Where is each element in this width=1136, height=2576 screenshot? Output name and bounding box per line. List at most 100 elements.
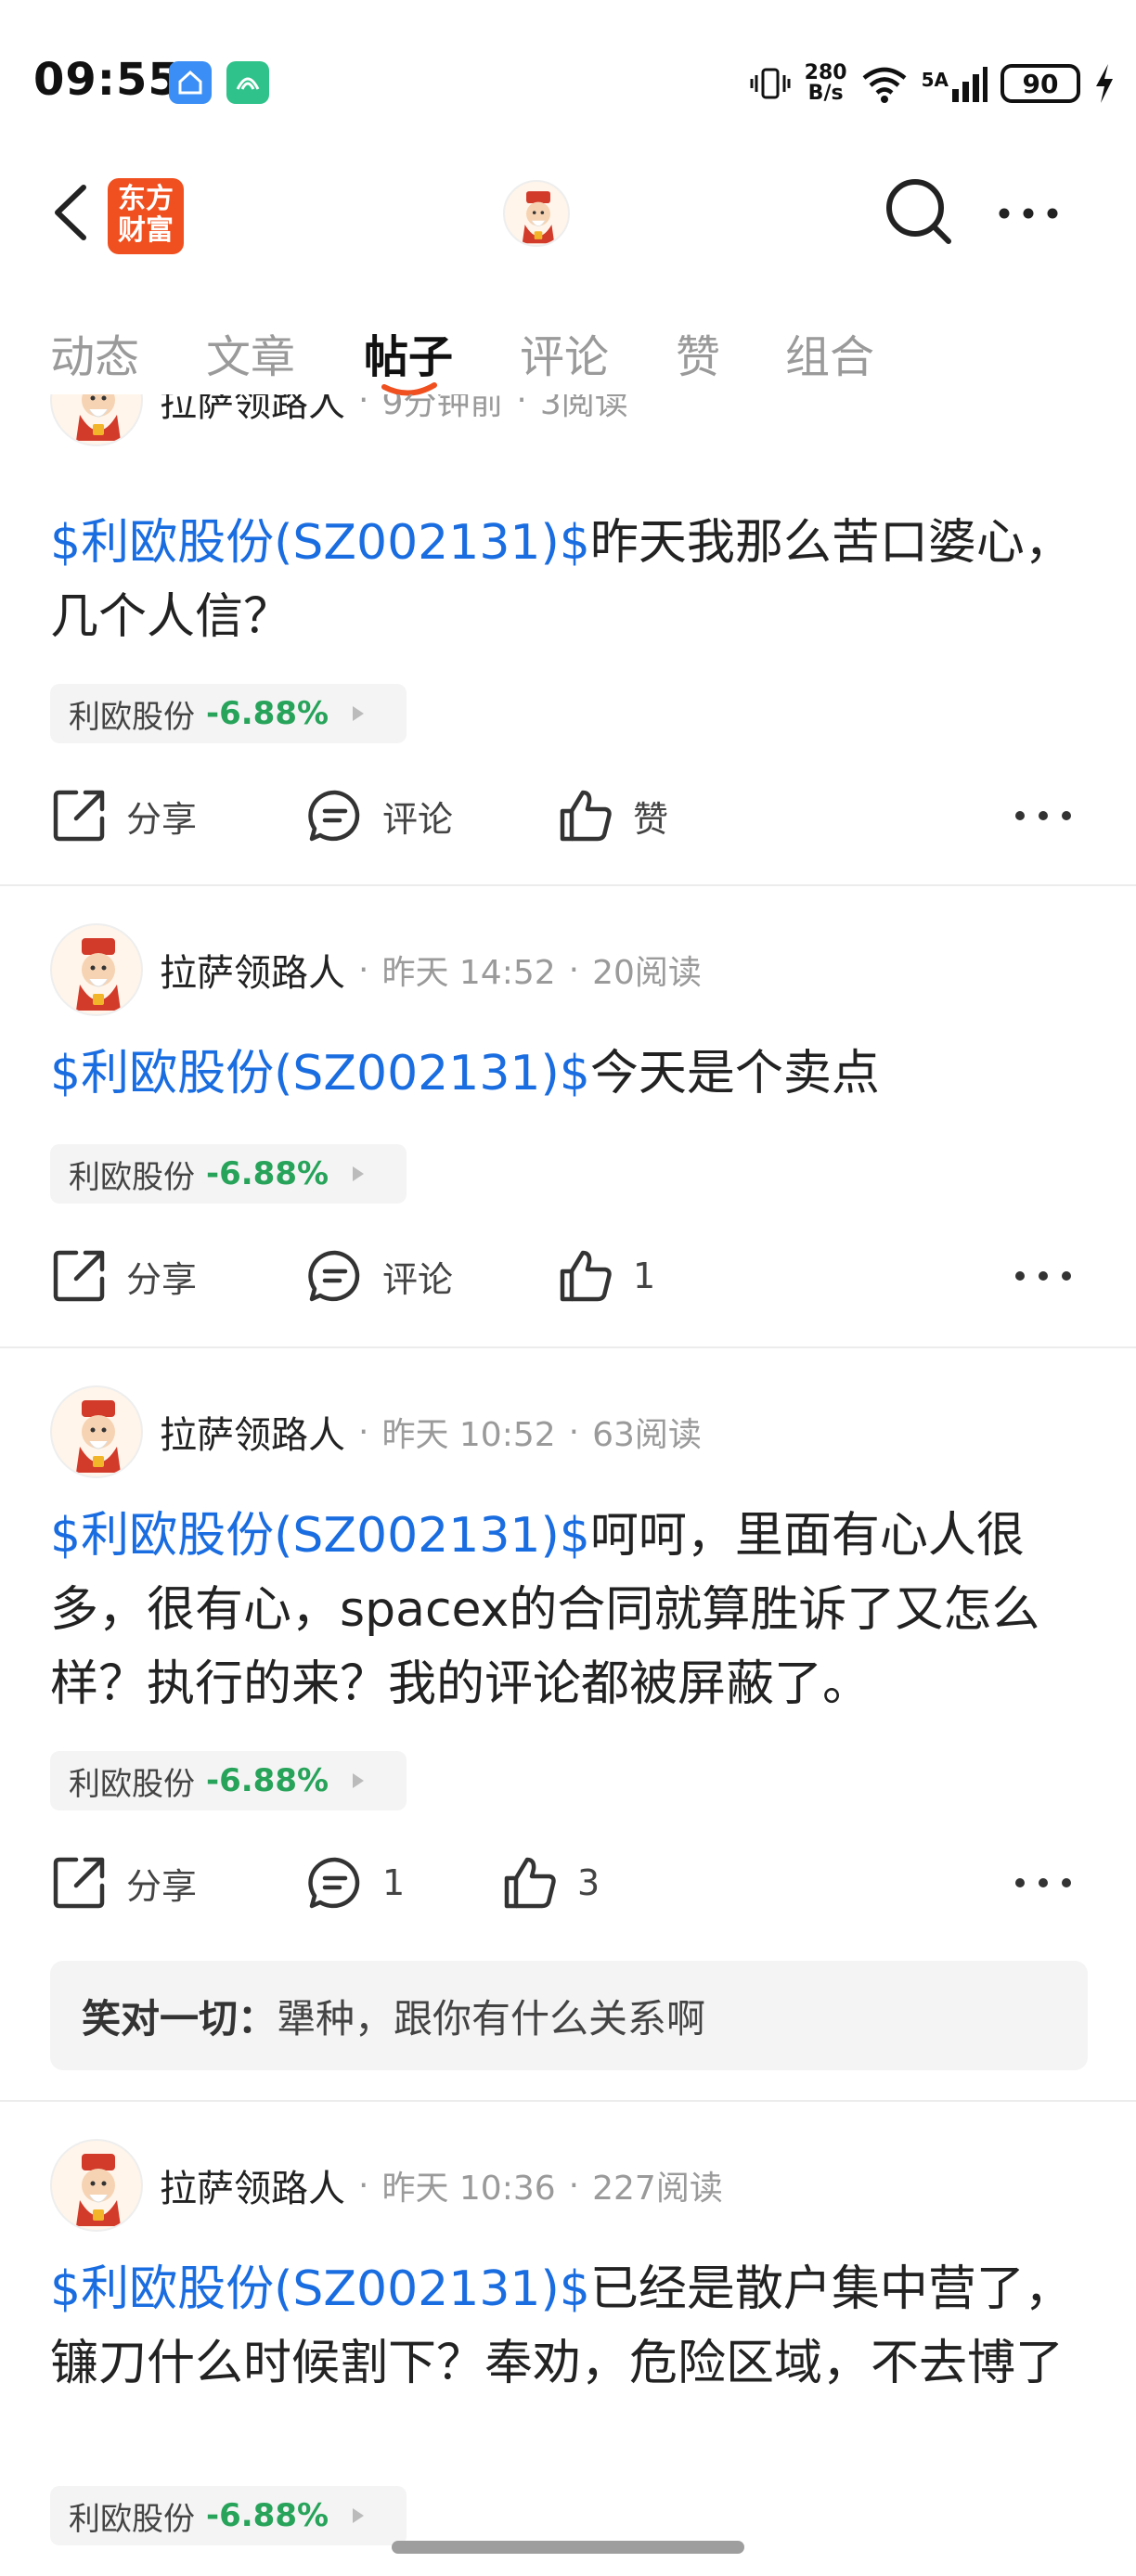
stock-chip[interactable]: 利欧股份 -6.88% bbox=[50, 1144, 407, 1204]
author-name[interactable]: 拉萨领路人 bbox=[160, 1405, 345, 1459]
caishen-avatar-icon bbox=[76, 2154, 121, 2226]
more-options-button[interactable] bbox=[991, 176, 1065, 251]
author-name[interactable]: 拉萨领路人 bbox=[160, 394, 345, 427]
post-item[interactable]: 拉萨领路人 · 9分钟前 · 3阅读 $利欧股份(SZ002131)$昨天我那么… bbox=[0, 394, 1136, 884]
top-nav: 东方 财富 bbox=[0, 158, 1136, 269]
like-button[interactable]: 3 bbox=[501, 1846, 600, 1920]
caishen-avatar-icon bbox=[522, 191, 555, 244]
like-count: 1 bbox=[633, 1256, 656, 1296]
status-icons: 280 B/s 5A 90 bbox=[749, 58, 1116, 109]
share-icon bbox=[53, 790, 105, 842]
post-content[interactable]: $利欧股份(SZ002131)$今天是个卖点 bbox=[50, 1037, 1090, 1111]
home-app-icon bbox=[169, 61, 212, 104]
post-actions: 分享 评论 赞 bbox=[50, 779, 1090, 853]
share-label: 分享 bbox=[126, 1258, 198, 1300]
status-bar: 09:55 280 B/s 5A 90 bbox=[0, 0, 1136, 148]
like-button[interactable]: 赞 bbox=[557, 779, 668, 853]
post-actions: 分享 1 3 bbox=[50, 1846, 1090, 1920]
share-button[interactable]: 分享 bbox=[50, 1846, 197, 1920]
author-avatar[interactable] bbox=[50, 1385, 143, 1478]
author-avatar[interactable] bbox=[50, 923, 143, 1016]
wifi-icon bbox=[862, 67, 907, 103]
back-button[interactable] bbox=[45, 180, 100, 245]
chip-change: -6.88% bbox=[206, 695, 329, 732]
comment-button[interactable]: 1 bbox=[306, 1846, 405, 1920]
dot bbox=[1015, 1271, 1025, 1281]
caishen-avatar-icon bbox=[76, 394, 121, 441]
search-icon bbox=[886, 179, 951, 244]
stock-chip[interactable]: 利欧股份 -6.88% bbox=[50, 684, 407, 743]
stock-tag-link[interactable]: $利欧股份(SZ002131)$ bbox=[50, 2261, 590, 2317]
like-button[interactable]: 1 bbox=[557, 1239, 655, 1313]
home-indicator[interactable] bbox=[392, 2541, 744, 2554]
tab-posts[interactable]: 帖子 bbox=[364, 320, 453, 385]
thumbs-up-icon bbox=[560, 790, 612, 842]
stock-chip[interactable]: 利欧股份 -6.88% bbox=[50, 1751, 407, 1810]
tab-likes[interactable]: 赞 bbox=[676, 320, 720, 385]
tab-comments[interactable]: 评论 bbox=[520, 320, 609, 385]
comment-icon bbox=[308, 1857, 360, 1909]
comment-label: 评论 bbox=[382, 1258, 454, 1300]
stock-tag-link[interactable]: $利欧股份(SZ002131)$ bbox=[50, 1046, 590, 1101]
search-button[interactable] bbox=[882, 174, 956, 249]
share-button[interactable]: 分享 bbox=[50, 1239, 197, 1313]
app-screen: 09:55 280 B/s 5A 90 东方 财富 动态 文章 帖子 评论 赞 … bbox=[0, 0, 1136, 2576]
post-body: 今天是个卖点 bbox=[589, 1046, 880, 1101]
post-content[interactable]: $利欧股份(SZ002131)$呵呵，里面有心人很多，很有心，spacex的合同… bbox=[50, 1499, 1090, 1721]
author-name[interactable]: 拉萨领路人 bbox=[160, 943, 345, 997]
comment-button[interactable]: 评论 bbox=[306, 1239, 453, 1313]
comment-count: 1 bbox=[382, 1862, 406, 1903]
meta-separator: · bbox=[358, 1412, 369, 1451]
app-logo[interactable]: 东方 财富 bbox=[108, 178, 184, 254]
share-label: 分享 bbox=[126, 798, 198, 840]
stock-chip[interactable]: 利欧股份 -6.88% bbox=[50, 2486, 407, 2545]
comment-text: 犟种，跟你有什么关系啊 bbox=[277, 1995, 706, 2041]
share-icon bbox=[53, 1250, 105, 1302]
post-author-row: 拉萨领路人 · 昨天 10:52 · 63阅读 bbox=[50, 1385, 702, 1478]
dot bbox=[1062, 811, 1071, 820]
post-time: 9分钟前 bbox=[381, 394, 504, 422]
battery-indicator: 90 bbox=[1000, 64, 1080, 103]
vibrate-icon bbox=[750, 68, 791, 99]
commenter-name[interactable]: 笑对一切： bbox=[82, 1988, 277, 2044]
post-item[interactable]: 拉萨领路人 · 昨天 10:52 · 63阅读 $利欧股份(SZ002131)$… bbox=[0, 1348, 1136, 2100]
stock-tag-link[interactable]: $利欧股份(SZ002131)$ bbox=[50, 515, 590, 571]
chip-change: -6.88% bbox=[206, 1762, 329, 1799]
dot bbox=[1015, 811, 1025, 820]
posts-feed: 拉萨领路人 · 9分钟前 · 3阅读 $利欧股份(SZ002131)$昨天我那么… bbox=[0, 394, 1136, 2576]
post-more-button[interactable] bbox=[1015, 797, 1071, 834]
post-content[interactable]: $利欧股份(SZ002131)$昨天我那么苦口婆心，几个人信？ bbox=[50, 506, 1090, 654]
cell-signal: 5A bbox=[922, 63, 988, 104]
share-button[interactable]: 分享 bbox=[50, 779, 197, 853]
comment-button[interactable]: 评论 bbox=[306, 779, 453, 853]
tab-dynamics[interactable]: 动态 bbox=[50, 320, 139, 385]
author-avatar[interactable] bbox=[50, 394, 143, 446]
post-content[interactable]: $利欧股份(SZ002131)$已经是散户集中营了，镰刀什么时候割下？奉劝，危险… bbox=[50, 2252, 1090, 2401]
author-avatar[interactable] bbox=[50, 2139, 143, 2232]
post-author-row: 拉萨领路人 · 9分钟前 · 3阅读 bbox=[50, 394, 628, 446]
chip-arrow-icon bbox=[353, 1166, 365, 1181]
post-more-button[interactable] bbox=[1015, 1864, 1071, 1901]
tab-portfolio[interactable]: 组合 bbox=[785, 320, 874, 385]
comment-preview[interactable]: 笑对一切： 犟种，跟你有什么关系啊 bbox=[50, 1961, 1088, 2070]
more-horizontal-icon bbox=[999, 208, 1058, 219]
tab-articles[interactable]: 文章 bbox=[206, 320, 295, 385]
profile-tabs: 动态 文章 帖子 评论 赞 组合 bbox=[0, 320, 1136, 396]
meta-separator: · bbox=[568, 950, 580, 989]
dot bbox=[1015, 1878, 1025, 1887]
stock-tag-link[interactable]: $利欧股份(SZ002131)$ bbox=[50, 1508, 590, 1564]
comment-icon bbox=[308, 1250, 360, 1302]
author-name[interactable]: 拉萨领路人 bbox=[160, 2158, 345, 2212]
read-count: 227阅读 bbox=[592, 2170, 723, 2208]
post-item[interactable]: 拉萨领路人 · 昨天 10:36 · 227阅读 $利欧股份(SZ002131)… bbox=[0, 2102, 1136, 2576]
caishen-avatar-icon bbox=[76, 1400, 121, 1473]
net-speed: 280 B/s bbox=[804, 61, 847, 105]
post-actions: 分享 评论 1 bbox=[50, 1239, 1090, 1313]
post-item[interactable]: 拉萨领路人 · 昨天 14:52 · 20阅读 $利欧股份(SZ002131)$… bbox=[0, 886, 1136, 1346]
post-more-button[interactable] bbox=[1015, 1257, 1071, 1294]
comment-icon bbox=[308, 790, 360, 842]
share-label: 分享 bbox=[126, 1865, 198, 1907]
chip-arrow-icon bbox=[353, 2508, 365, 2523]
charging-icon bbox=[1096, 64, 1113, 103]
user-avatar[interactable] bbox=[503, 180, 570, 247]
